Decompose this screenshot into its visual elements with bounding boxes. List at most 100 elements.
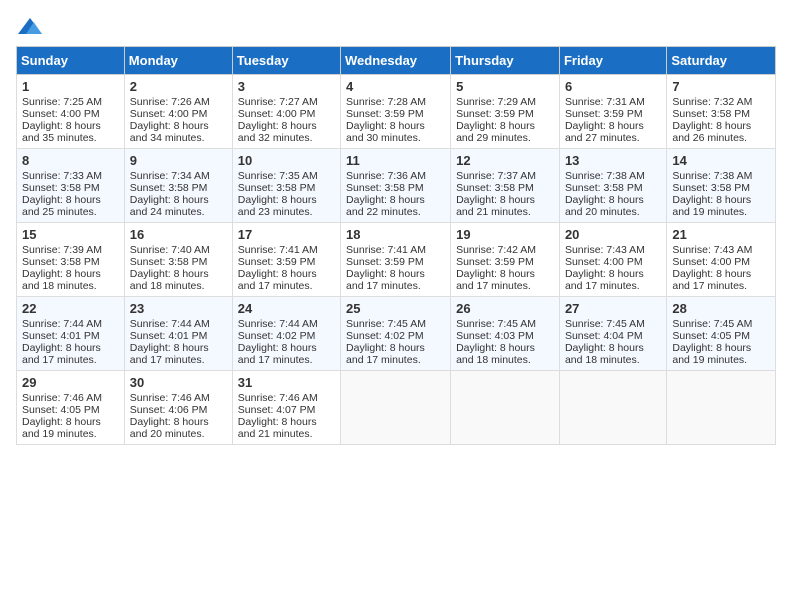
logo-icon <box>16 16 44 38</box>
calendar-body: 1Sunrise: 7:25 AMSunset: 4:00 PMDaylight… <box>17 75 776 445</box>
daylight: Daylight: 8 hours and 23 minutes. <box>238 194 317 218</box>
day-number: 11 <box>346 153 445 168</box>
day-number: 23 <box>130 301 227 316</box>
sunset: Sunset: 4:06 PM <box>130 404 208 416</box>
calendar-day-header: Wednesday <box>341 47 451 75</box>
calendar-day-cell: 11 Sunrise: 7:36 AMSunset: 3:58 PMDayligh… <box>341 149 451 223</box>
day-number: 4 <box>346 79 445 94</box>
day-number: 2 <box>130 79 227 94</box>
sunset: Sunset: 3:58 PM <box>346 182 424 194</box>
sunrise: Sunrise: 7:45 AM <box>456 318 536 330</box>
calendar-day-cell: 20Sunrise: 7:43 AMSunset: 4:00 PMDayligh… <box>559 223 666 297</box>
sunset: Sunset: 3:58 PM <box>130 182 208 194</box>
calendar-day-cell: 15Sunrise: 7:39 AMSunset: 3:58 PMDayligh… <box>17 223 125 297</box>
daylight: Daylight: 8 hours and 17 minutes. <box>346 268 425 292</box>
calendar-day-cell: 24Sunrise: 7:44 AMSunset: 4:02 PMDayligh… <box>232 297 340 371</box>
sunrise: Sunrise: 7:26 AM <box>130 96 210 108</box>
sunrise: Sunrise: 7:34 AM <box>130 170 210 182</box>
sunset: Sunset: 3:58 PM <box>238 182 316 194</box>
sunset: Sunset: 3:58 PM <box>565 182 643 194</box>
sunset: Sunset: 4:00 PM <box>22 108 100 120</box>
calendar-day-cell <box>341 371 451 445</box>
sunrise: Sunrise: 7:27 AM <box>238 96 318 108</box>
sunset: Sunset: 3:59 PM <box>238 256 316 268</box>
sunrise: Sunrise: 7:43 AM <box>672 244 752 256</box>
daylight: Daylight: 8 hours and 17 minutes. <box>238 268 317 292</box>
daylight: Daylight: 8 hours and 22 minutes. <box>346 194 425 218</box>
sunset: Sunset: 3:59 PM <box>346 108 424 120</box>
sunrise: Sunrise: 7:44 AM <box>130 318 210 330</box>
calendar-day-cell: 6Sunrise: 7:31 AMSunset: 3:59 PMDaylight… <box>559 75 666 149</box>
day-number: 8 <box>22 153 119 168</box>
calendar-day-cell: 31Sunrise: 7:46 AMSunset: 4:07 PMDayligh… <box>232 371 340 445</box>
daylight: Daylight: 8 hours and 19 minutes. <box>22 416 101 440</box>
day-number: 17 <box>238 227 335 242</box>
calendar-day-header: Sunday <box>17 47 125 75</box>
sunrise: Sunrise: 7:35 AM <box>238 170 318 182</box>
sunset: Sunset: 4:05 PM <box>672 330 750 342</box>
calendar-week-row: 22Sunrise: 7:44 AMSunset: 4:01 PMDayligh… <box>17 297 776 371</box>
day-number: 5 <box>456 79 554 94</box>
day-number: 28 <box>672 301 770 316</box>
day-number: 15 <box>22 227 119 242</box>
sunset: Sunset: 4:04 PM <box>565 330 643 342</box>
calendar-day-cell: 18 Sunrise: 7:41 AMSunset: 3:59 PMDayligh… <box>341 223 451 297</box>
sunset: Sunset: 4:00 PM <box>130 108 208 120</box>
calendar-day-header: Thursday <box>451 47 560 75</box>
day-number: 13 <box>565 153 661 168</box>
calendar-day-header: Saturday <box>667 47 776 75</box>
sunrise: Sunrise: 7:46 AM <box>22 392 102 404</box>
calendar-day-cell: 3Sunrise: 7:27 AMSunset: 4:00 PMDaylight… <box>232 75 340 149</box>
sunset: Sunset: 3:59 PM <box>346 256 424 268</box>
sunrise: Sunrise: 7:28 AM <box>346 96 426 108</box>
sunrise: Sunrise: 7:41 AM <box>346 244 426 256</box>
day-number: 21 <box>672 227 770 242</box>
calendar-day-header: Friday <box>559 47 666 75</box>
calendar-header-row: SundayMondayTuesdayWednesdayThursdayFrid… <box>17 47 776 75</box>
calendar-day-cell <box>451 371 560 445</box>
day-number: 27 <box>565 301 661 316</box>
sunrise: Sunrise: 7:29 AM <box>456 96 536 108</box>
sunset: Sunset: 3:58 PM <box>22 256 100 268</box>
day-number: 30 <box>130 375 227 390</box>
sunrise: Sunrise: 7:46 AM <box>130 392 210 404</box>
daylight: Daylight: 8 hours and 35 minutes. <box>22 120 101 144</box>
sunset: Sunset: 3:58 PM <box>130 256 208 268</box>
sunset: Sunset: 4:05 PM <box>22 404 100 416</box>
daylight: Daylight: 8 hours and 18 minutes. <box>456 342 535 366</box>
sunset: Sunset: 4:01 PM <box>130 330 208 342</box>
logo <box>16 16 48 38</box>
calendar-day-cell: 4 Sunrise: 7:28 AMSunset: 3:59 PMDaylight… <box>341 75 451 149</box>
daylight: Daylight: 8 hours and 25 minutes. <box>22 194 101 218</box>
daylight: Daylight: 8 hours and 17 minutes. <box>22 342 101 366</box>
sunrise: Sunrise: 7:33 AM <box>22 170 102 182</box>
daylight: Daylight: 8 hours and 19 minutes. <box>672 342 751 366</box>
daylight: Daylight: 8 hours and 30 minutes. <box>346 120 425 144</box>
day-number: 16 <box>130 227 227 242</box>
daylight: Daylight: 8 hours and 20 minutes. <box>565 194 644 218</box>
sunrise: Sunrise: 7:36 AM <box>346 170 426 182</box>
sunrise: Sunrise: 7:39 AM <box>22 244 102 256</box>
sunset: Sunset: 3:59 PM <box>456 108 534 120</box>
daylight: Daylight: 8 hours and 27 minutes. <box>565 120 644 144</box>
day-number: 24 <box>238 301 335 316</box>
day-number: 18 <box>346 227 445 242</box>
sunrise: Sunrise: 7:46 AM <box>238 392 318 404</box>
day-number: 14 <box>672 153 770 168</box>
daylight: Daylight: 8 hours and 21 minutes. <box>456 194 535 218</box>
sunset: Sunset: 4:03 PM <box>456 330 534 342</box>
day-number: 31 <box>238 375 335 390</box>
day-number: 26 <box>456 301 554 316</box>
sunrise: Sunrise: 7:43 AM <box>565 244 645 256</box>
daylight: Daylight: 8 hours and 17 minutes. <box>565 268 644 292</box>
sunset: Sunset: 3:58 PM <box>672 108 750 120</box>
calendar-week-row: 29Sunrise: 7:46 AMSunset: 4:05 PMDayligh… <box>17 371 776 445</box>
day-number: 3 <box>238 79 335 94</box>
sunset: Sunset: 4:01 PM <box>22 330 100 342</box>
daylight: Daylight: 8 hours and 20 minutes. <box>130 416 209 440</box>
calendar-day-cell: 25Sunrise: 7:45 AMSunset: 4:02 PMDayligh… <box>341 297 451 371</box>
calendar-day-cell: 29Sunrise: 7:46 AMSunset: 4:05 PMDayligh… <box>17 371 125 445</box>
calendar-day-cell: 7Sunrise: 7:32 AMSunset: 3:58 PMDaylight… <box>667 75 776 149</box>
calendar-day-cell: 19Sunrise: 7:42 AMSunset: 3:59 PMDayligh… <box>451 223 560 297</box>
calendar-day-cell: 14Sunrise: 7:38 AMSunset: 3:58 PMDayligh… <box>667 149 776 223</box>
